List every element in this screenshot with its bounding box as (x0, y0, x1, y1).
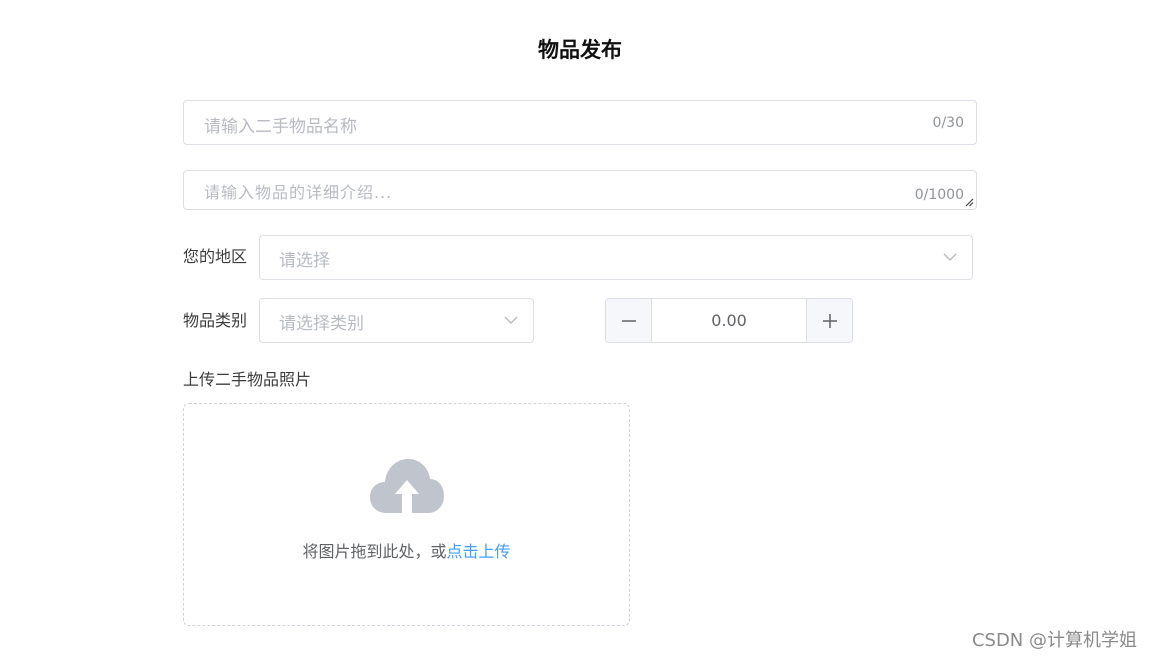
region-label: 您的地区 (183, 247, 248, 266)
region-select-placeholder: 请选择 (279, 251, 330, 271)
cloud-upload-icon (370, 459, 444, 513)
chevron-down-icon (504, 316, 518, 324)
category-label: 物品类别 (183, 311, 248, 330)
click-upload-link[interactable]: 点击上传 (447, 542, 511, 561)
price-stepper[interactable]: 0.00 (605, 298, 853, 343)
item-name-input[interactable]: 请输入二手物品名称 0/30 (183, 100, 977, 145)
resize-handle-icon[interactable] (965, 198, 974, 207)
price-value[interactable]: 0.00 (652, 299, 806, 342)
chevron-down-icon (943, 253, 957, 261)
plus-icon (822, 313, 837, 328)
decrease-button[interactable] (606, 299, 652, 342)
item-description-textarea[interactable]: 请输入物品的详细介绍... 0/1000 (183, 170, 977, 210)
page-title: 物品发布 (538, 38, 622, 62)
minus-icon (621, 319, 636, 322)
watermark: CSDN @计算机学姐 (971, 630, 1137, 651)
item-description-counter: 0/1000 (914, 187, 964, 203)
item-name-counter: 0/30 (932, 115, 964, 131)
upload-hint-text: 将图片拖到此处，或 (302, 542, 447, 561)
region-select[interactable]: 请选择 (259, 235, 973, 280)
increase-button[interactable] (806, 299, 852, 342)
upload-dropzone[interactable]: 将图片拖到此处，或点击上传 (183, 403, 630, 626)
upload-label: 上传二手物品照片 (183, 370, 312, 389)
item-name-placeholder: 请输入二手物品名称 (204, 117, 357, 137)
category-select[interactable]: 请选择类别 (259, 298, 534, 343)
category-select-placeholder: 请选择类别 (279, 314, 364, 334)
item-description-placeholder: 请输入物品的详细介绍... (204, 183, 393, 202)
